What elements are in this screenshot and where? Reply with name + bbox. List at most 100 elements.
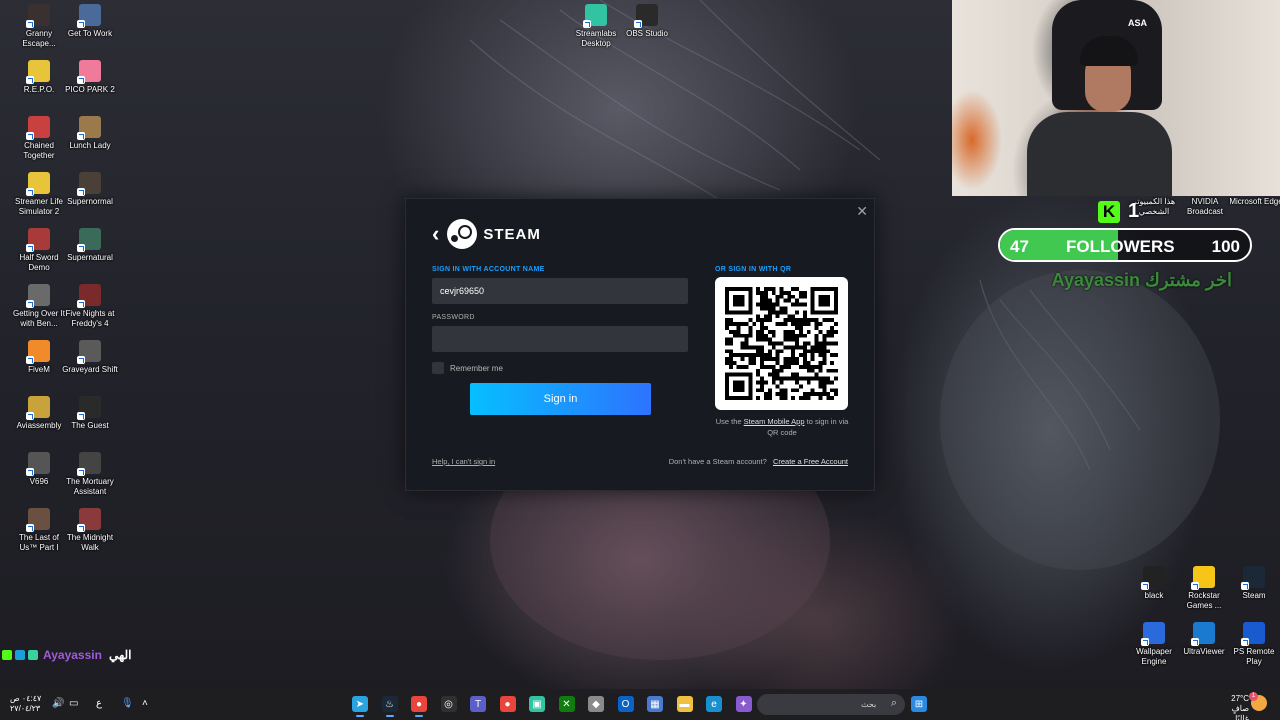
steam-mobile-app-link[interactable]: Steam Mobile App (744, 417, 805, 426)
desktop-icon-15[interactable]: The Guest (62, 396, 118, 431)
taskbar: ٠٤:٤٧ ص ٢٧/٠٤/٢٣ 🔊 ▭ ع 🎙 ˄ ➤ ♨ ● ◎ T ● ▣ ✕ ◆ O ▦ ▬ e… (0, 689, 1280, 720)
cube-icon[interactable]: ◆ (588, 696, 604, 712)
create-account-link[interactable]: Create a Free Account (773, 457, 848, 466)
shortcut-arrow-icon (77, 20, 85, 28)
desktop-icon-label: Supernatural (67, 253, 113, 262)
store-icon[interactable]: ▦ (647, 696, 663, 712)
desktop-icon-7[interactable]: Supernormal (62, 172, 118, 207)
qr-module (779, 287, 784, 291)
qr-module (779, 380, 784, 385)
edge-icon[interactable]: e (706, 696, 722, 712)
steam-icon[interactable]: ♨ (381, 696, 398, 717)
desktop-icon-8[interactable]: Half Sword Demo (11, 228, 67, 273)
help-cant-sign-in-link[interactable]: Help, I can't sign in (432, 457, 495, 466)
taskbar-search[interactable]: بحث ⌕ (757, 694, 905, 715)
folder-icon[interactable]: ▬ (676, 696, 693, 712)
qr-module (810, 349, 815, 354)
qr-module (814, 325, 819, 330)
desktop-icon-9[interactable]: Supernatural (62, 228, 118, 263)
qr-module (834, 353, 838, 358)
taskbar-clock[interactable]: ٠٤:٤٧ ص ٢٧/٠٤/٢٣ (10, 694, 41, 714)
desktop-icon-10[interactable]: Getting Over It with Ben... (11, 284, 67, 329)
qr-module (791, 329, 796, 334)
microphone-icon[interactable]: 🎙 (121, 698, 134, 709)
desktop-icon-label: The Midnight Walk (66, 533, 114, 552)
followers-goal-bar: 47 FOLLOWERS 100 (998, 228, 1252, 262)
password-input[interactable] (432, 326, 688, 352)
weather-widget[interactable]: 27°C صافٍ غالبًا (1225, 694, 1249, 720)
back-chevron-icon[interactable]: ‹ (432, 221, 439, 247)
shortcut-arrow-icon (1191, 582, 1199, 590)
qr-module (795, 388, 800, 393)
qr-module (802, 345, 807, 350)
desktop-icon-top-0[interactable]: Streamlabs Desktop (568, 4, 624, 49)
desktop-icon-top-1[interactable]: OBS Studio (619, 4, 675, 39)
qr-module (783, 329, 788, 334)
app-icon (26, 116, 50, 140)
qr-module (767, 388, 772, 393)
desktop-icon-2[interactable]: R.E.P.O. (11, 60, 67, 95)
desktop-icon-tray-3[interactable]: Wallpaper Engine (1126, 622, 1182, 667)
volume-icon[interactable]: 🔊 (52, 698, 64, 709)
desktop-icon-5[interactable]: Lunch Lady (62, 116, 118, 151)
desktop-icon-4[interactable]: Chained Together (11, 116, 67, 161)
outlook-icon[interactable]: O (617, 696, 634, 712)
desktop-icon-17[interactable]: The Mortuary Assistant (62, 452, 118, 497)
desktop-icon-tray-4[interactable]: UltraViewer (1176, 622, 1232, 657)
desktop-icon-tray-2[interactable]: Steam (1226, 566, 1280, 601)
sign-in-button[interactable]: Sign in (470, 383, 651, 415)
desktop-icon-0[interactable]: Granny Escape... (11, 4, 67, 49)
desktop-icon-tray-5[interactable]: PS Remote Play (1226, 622, 1280, 667)
desktop-icon-label: The Mortuary Assistant (66, 477, 114, 496)
teams-icon[interactable]: T (470, 696, 486, 712)
desktop-icon-13[interactable]: Graveyard Shift (62, 340, 118, 375)
qr-module (736, 364, 741, 369)
desktop-icon-tray-1[interactable]: Rockstar Games ... (1176, 566, 1232, 611)
shortcut-arrow-icon (634, 20, 642, 28)
chevron-up-icon[interactable]: ˄ (142, 698, 148, 709)
desktop-icon-label: Graveyard Shift (62, 365, 118, 374)
telegram-icon[interactable]: ➤ (352, 696, 368, 717)
qr-module (728, 349, 733, 354)
copilot-icon[interactable]: ✦ (735, 696, 752, 712)
network-icon[interactable]: ▭ (69, 698, 78, 709)
qr-module (763, 318, 768, 323)
qr-module (763, 380, 768, 385)
qr-module (787, 337, 792, 342)
desktop-icon-1[interactable]: Get To Work (62, 4, 118, 39)
remember-me-row[interactable]: Remember me (432, 362, 503, 374)
qr-module (775, 314, 780, 319)
app-icon (1191, 622, 1215, 646)
qr-module (791, 349, 796, 354)
start-windows-icon[interactable]: ⊞ (911, 696, 927, 712)
qr-module (826, 396, 831, 400)
qr-module (728, 329, 733, 334)
desktop-icon-6[interactable]: Streamer Life Simulator 2 (11, 172, 67, 217)
chrome-icon[interactable]: ● (411, 696, 427, 717)
app-icon (77, 172, 101, 196)
desktop-icon-label: PS Remote Play (1233, 647, 1275, 666)
desktop-icon-16[interactable]: V696 (11, 452, 67, 487)
desktop-icon-12[interactable]: FiveM (11, 340, 67, 375)
close-icon[interactable]: ✕ (856, 203, 868, 220)
qr-module (802, 361, 807, 365)
obs-icon[interactable]: ◎ (440, 696, 457, 712)
chrome-icon-2[interactable]: ● (499, 696, 516, 712)
desktop-icon-tray-0[interactable]: black (1126, 566, 1182, 601)
qr-module (744, 353, 749, 358)
streamlabs-icon[interactable]: ▣ (529, 696, 545, 712)
account-name-input[interactable] (432, 278, 688, 304)
language-indicator[interactable]: ع (96, 698, 102, 709)
desktop-icon-11[interactable]: Five Nights at Freddy's 4 (62, 284, 118, 329)
qr-module (795, 361, 800, 365)
desktop-icon-14[interactable]: Aviassembly (11, 396, 67, 431)
qr-module (795, 322, 800, 326)
desktop-icon-19[interactable]: The Midnight Walk (62, 508, 118, 553)
desktop-icon-3[interactable]: PICO PARK 2 (62, 60, 118, 95)
search-icon: ⌕ (890, 697, 897, 709)
remember-me-checkbox[interactable] (432, 362, 444, 374)
qr-module (728, 337, 733, 342)
desktop-icon-18[interactable]: The Last of Us™ Part I (11, 508, 67, 553)
qr-module (830, 333, 835, 338)
xbox-icon[interactable]: ✕ (558, 696, 575, 712)
